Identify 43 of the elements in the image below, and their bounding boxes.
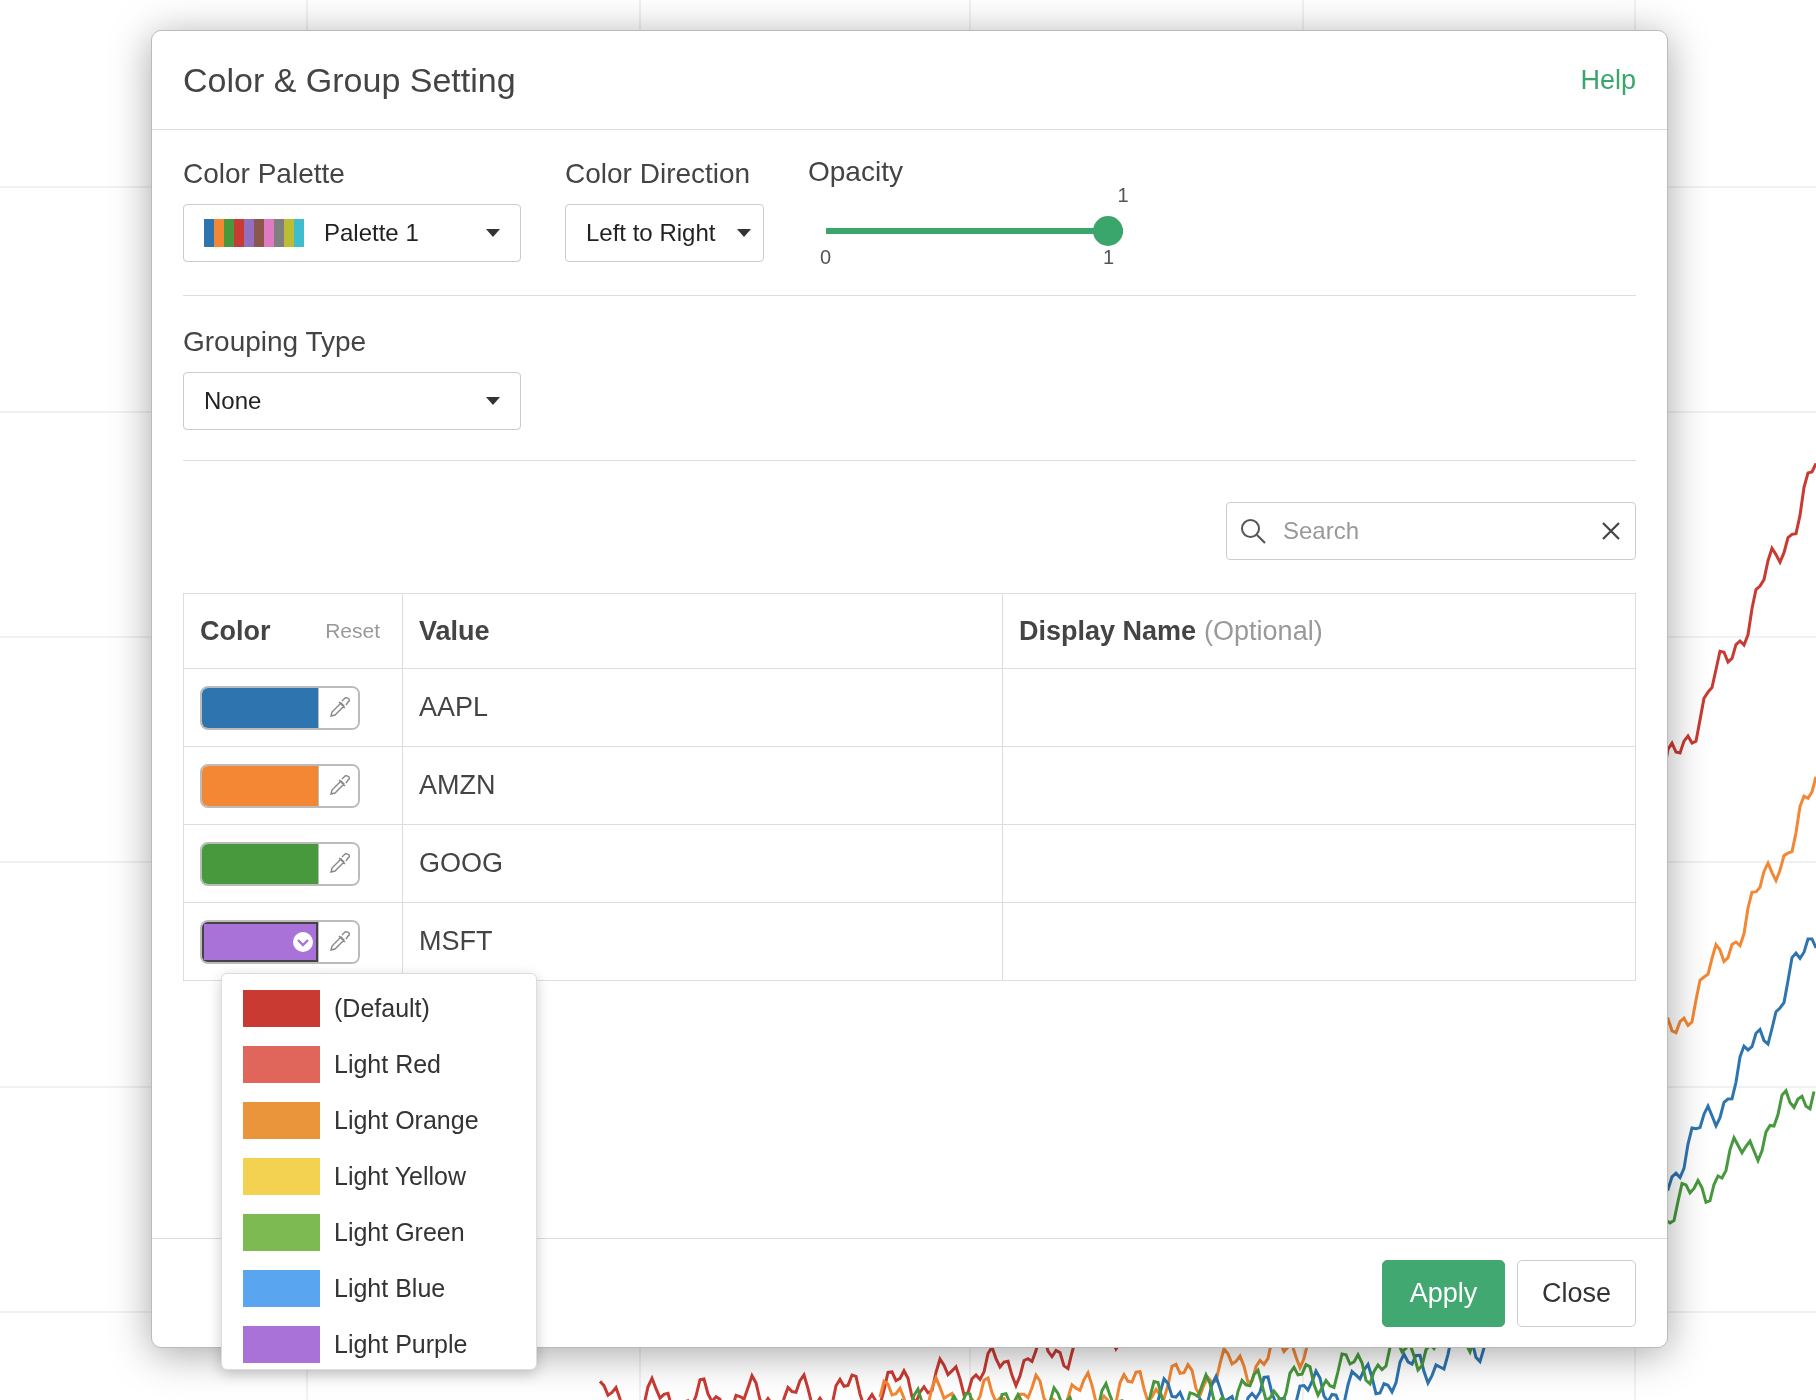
field-label: Color Direction xyxy=(565,158,752,190)
color-picker[interactable] xyxy=(200,763,360,808)
slider-min-label: 0 xyxy=(820,246,832,269)
chevron-down-icon xyxy=(292,930,314,953)
close-button[interactable]: Close xyxy=(1516,1259,1636,1327)
menu-item[interactable]: Light Blue xyxy=(334,1273,446,1303)
color-swatch[interactable] xyxy=(202,921,318,962)
menu-item[interactable]: Light Purple xyxy=(334,1329,468,1359)
table-cell: AMZN xyxy=(419,770,496,801)
caret-icon xyxy=(737,229,751,237)
color-swatch[interactable] xyxy=(202,843,318,884)
column-header: Color xyxy=(200,615,271,647)
clear-search-icon[interactable] xyxy=(1602,522,1620,540)
color-picker[interactable] xyxy=(200,919,360,964)
search-field[interactable]: Search xyxy=(1226,502,1636,560)
menu-item[interactable]: Light Yellow xyxy=(334,1161,467,1191)
table-cell: GOOG xyxy=(419,848,503,879)
dialog-title: Color & Group Setting xyxy=(183,60,516,100)
caret-icon xyxy=(486,397,500,405)
field-label: Opacity xyxy=(808,156,904,188)
color-swatch[interactable] xyxy=(202,765,318,806)
slider-handle[interactable] xyxy=(1093,216,1123,246)
column-hint: (Optional) xyxy=(1204,615,1323,647)
column-header: Display Name xyxy=(1019,615,1197,647)
field-label: Grouping Type xyxy=(183,326,368,358)
menu-item[interactable]: Light Orange xyxy=(334,1105,479,1135)
table-cell: MSFT xyxy=(419,926,493,957)
direction-dropdown[interactable]: Left to Right xyxy=(565,204,764,262)
menu-item[interactable]: Light Green xyxy=(334,1217,465,1247)
caret-icon xyxy=(486,229,500,237)
menu-item[interactable]: Light Red xyxy=(334,1049,442,1079)
color-picker[interactable] xyxy=(200,685,360,730)
grouping-dropdown[interactable]: None xyxy=(183,372,521,430)
palette-dropdown[interactable]: Palette 1 xyxy=(183,204,521,262)
color-picker[interactable] xyxy=(200,841,360,886)
palette-swatch-icon xyxy=(204,219,304,247)
slider-max-label: 1 xyxy=(1102,246,1114,269)
column-header: Value xyxy=(419,615,490,647)
menu-item[interactable]: (Default) xyxy=(334,993,430,1023)
table-cell: AAPL xyxy=(419,692,489,723)
slider-value: 1 xyxy=(1117,184,1129,207)
color-swatch[interactable] xyxy=(202,687,318,728)
field-label: Color Palette xyxy=(183,158,346,190)
